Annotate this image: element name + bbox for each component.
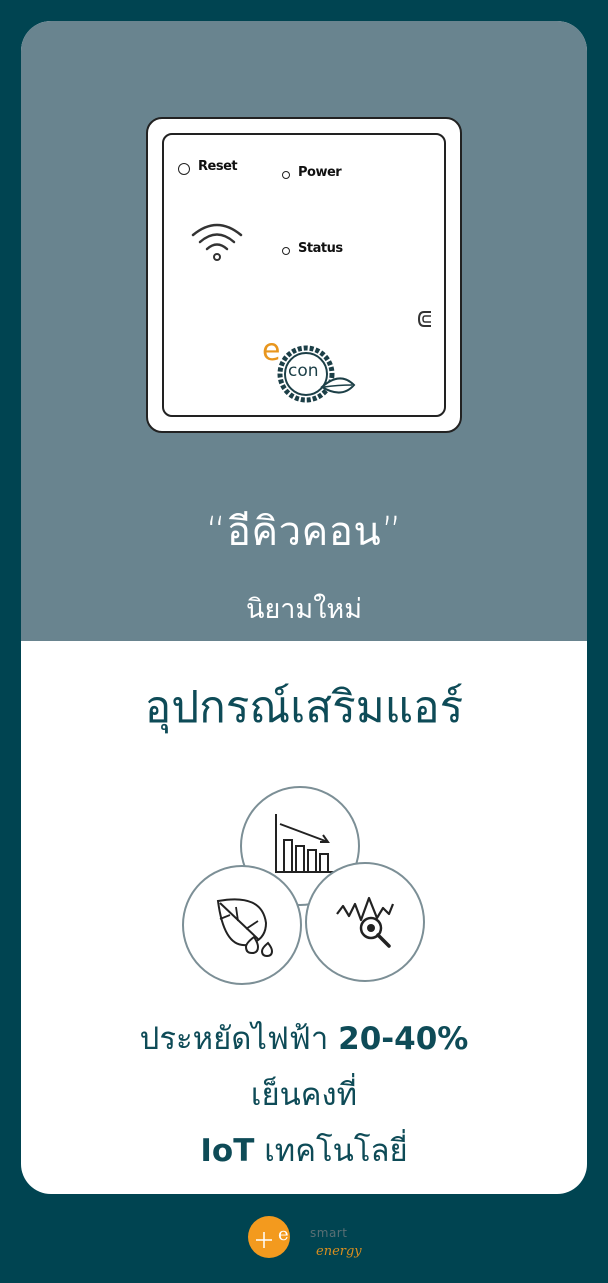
reset-led <box>178 163 190 175</box>
logo-energy: energy <box>316 1244 362 1259</box>
brand-con: con <box>288 361 319 381</box>
device-illustration: Reset Power Status e con <box>146 117 462 433</box>
product-title: “อีคิวคอน” <box>205 509 403 555</box>
wifi-icon <box>191 223 243 261</box>
magnet-icon <box>417 311 431 327</box>
logo-e: e <box>278 1224 289 1245</box>
status-led <box>282 247 290 255</box>
reset-label: Reset <box>198 159 238 174</box>
hero-banner: Reset Power Status e con “อีคิวคอน” นิยา… <box>21 21 587 641</box>
power-led <box>282 171 290 179</box>
company-logo: e smart energy <box>248 1216 368 1266</box>
main-card: Reset Power Status e con “อีคิวคอน” นิยา… <box>21 21 587 1194</box>
power-label: Power <box>298 165 342 180</box>
leaf-drop-icon <box>216 898 274 958</box>
headline: อุปกรณ์เสริมแอร์ <box>144 682 464 733</box>
feature-iot-bold: IoT <box>200 1133 255 1169</box>
feature-savings-value: 20-40% <box>338 1021 469 1057</box>
product-subtitle: นิยามใหม่ <box>245 594 362 625</box>
plus-icon <box>256 1232 272 1248</box>
feature-stable-text: เย็นคงที่ <box>250 1077 358 1113</box>
eco-circle <box>182 865 302 985</box>
feature-iot-text: เทคโนโลยี่ <box>264 1133 408 1169</box>
feature-iot: IoT เทคโนโลยี่ <box>21 1125 587 1175</box>
bar-chart-down-icon <box>275 814 334 873</box>
brand-e: e <box>262 333 281 368</box>
feature-savings-text: ประหยัดไฟฟ้า <box>139 1021 329 1057</box>
feature-stable: เย็นคงที่ <box>21 1069 587 1119</box>
logo-word: smart <box>310 1226 348 1240</box>
line-chart-search-icon <box>336 896 395 948</box>
feature-savings: ประหยัดไฟฟ้า 20-40% <box>21 1013 587 1063</box>
status-label: Status <box>298 241 343 256</box>
stable-circle <box>305 862 425 982</box>
